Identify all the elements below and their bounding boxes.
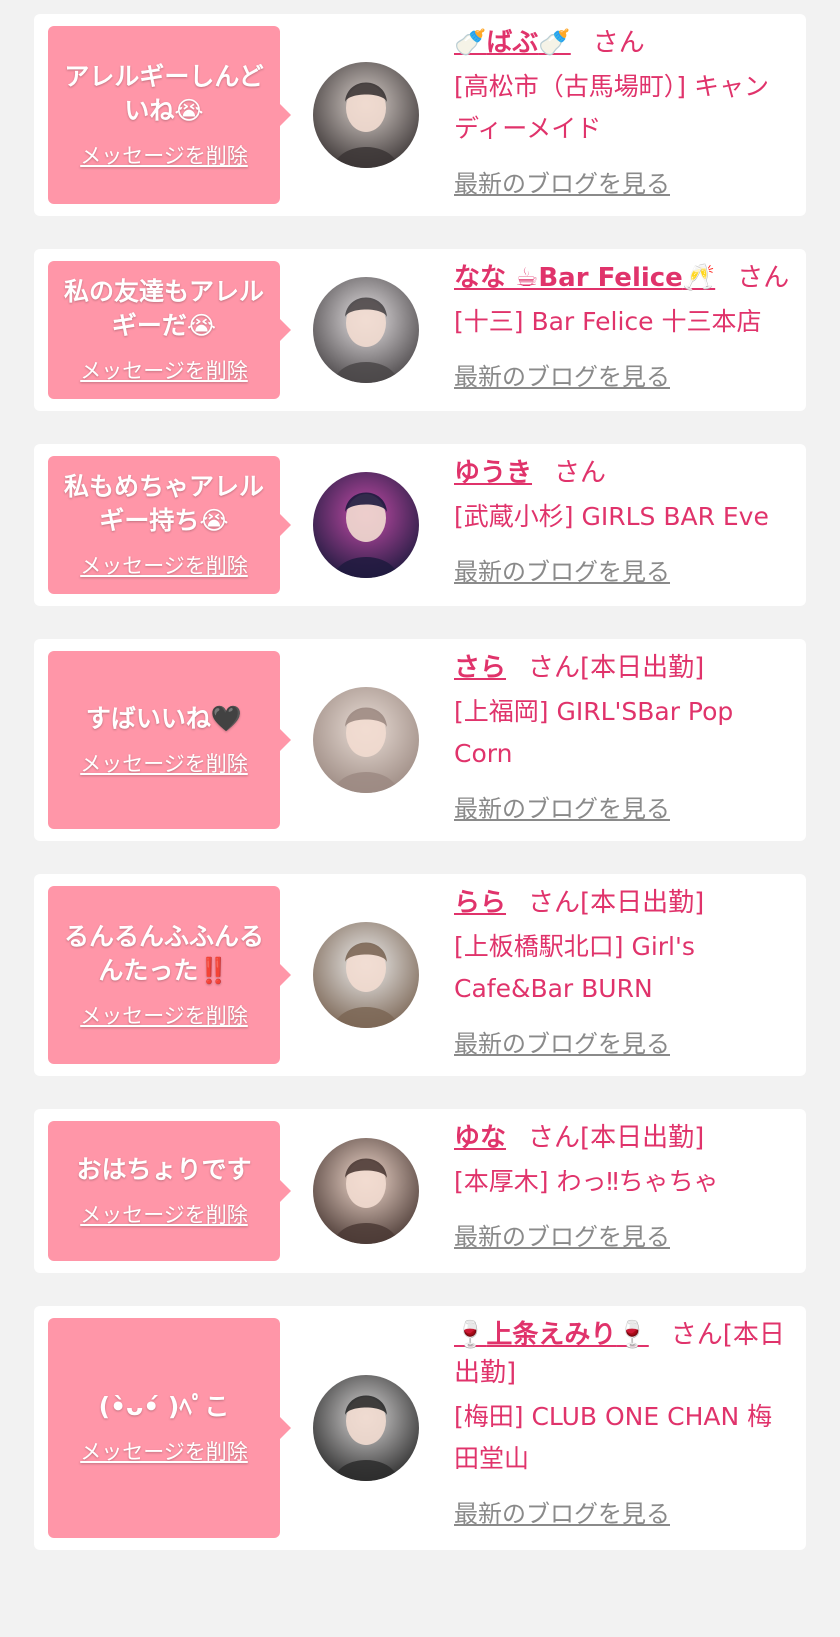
- delete-message-link[interactable]: メッセージを削除: [80, 1199, 248, 1229]
- cast-info: なな ☕Bar Felice🥂 さん [十三] Bar Felice 十三本店 最…: [454, 259, 790, 392]
- latest-blog-link[interactable]: 最新のブログを見る: [454, 164, 670, 199]
- latest-blog-link[interactable]: 最新のブログを見る: [454, 357, 670, 392]
- message-card: るんるんふふんるんたった‼️ メッセージを削除 らら さん[本日出勤] [上板橋…: [34, 874, 806, 1076]
- cast-name: ゆうき: [454, 458, 533, 488]
- avatar-photo-icon: [313, 687, 419, 793]
- cast-name-link[interactable]: ゆな: [454, 1123, 506, 1153]
- message-text: アレルギーしんどいね😭: [64, 62, 264, 125]
- cast-info: らら さん[本日出勤] [上板橋駅北口] Girl's Cafe&Bar BURN…: [454, 884, 790, 1059]
- message-bubble: アレルギーしんどいね😭 メッセージを削除: [48, 26, 291, 204]
- cast-name-link[interactable]: 🍼ばぶ🍼: [454, 28, 571, 58]
- avatar-photo-icon: [313, 277, 419, 383]
- shop-name: [高松市（古馬場町）] キャンディーメイド: [454, 72, 769, 143]
- latest-blog-link[interactable]: 最新のブログを見る: [454, 1024, 670, 1059]
- avatar[interactable]: [313, 687, 419, 793]
- avatar-photo-icon: [313, 472, 419, 578]
- avatar[interactable]: [313, 922, 419, 1028]
- cast-name-link[interactable]: らら: [454, 888, 506, 918]
- honorific-status: さん[本日出勤]: [528, 888, 705, 918]
- shop-name: [上福岡] GIRL'SBar Pop Corn: [454, 697, 734, 768]
- delete-message-link[interactable]: メッセージを削除: [80, 355, 248, 385]
- message-bubble: おはちょりです メッセージを削除: [48, 1121, 291, 1261]
- message-card: 私もめちゃアレルギー持ち😭 メッセージを削除 ゆうき さん [武蔵小杉] GIR…: [34, 444, 806, 606]
- message-bubble: るんるんふふんるんたった‼️ メッセージを削除: [48, 886, 291, 1064]
- name-suffix-emoji: 🍷: [616, 1320, 649, 1350]
- cast-name: 上条えみり: [486, 1320, 617, 1350]
- message-text: おはちょりです: [76, 1155, 252, 1184]
- honorific-status: さん: [554, 458, 607, 488]
- cast-name-link[interactable]: 🍷上条えみり🍷: [454, 1320, 649, 1350]
- shop-name: [上板橋駅北口] Girl's Cafe&Bar BURN: [454, 932, 695, 1003]
- shop-name: [武蔵小杉] GIRLS BAR Eve: [454, 502, 769, 531]
- message-bubble: すばいいね🖤 メッセージを削除: [48, 651, 291, 829]
- honorific-status: さん[本日出勤]: [528, 653, 705, 683]
- name-prefix-emoji: 🍼: [454, 28, 487, 58]
- avatar[interactable]: [313, 62, 419, 168]
- message-card: おはちょりです メッセージを削除 ゆな さん[本日出勤] [本厚木] わっ‼ちゃ…: [34, 1109, 806, 1273]
- cast-name-line: なな ☕Bar Felice🥂 さん: [454, 259, 790, 297]
- avatar-photo-icon: [313, 1138, 419, 1244]
- shop-name: [本厚木] わっ‼ちゃちゃ: [454, 1167, 719, 1196]
- cast-name-link[interactable]: ゆうき: [454, 458, 532, 488]
- name-suffix-emoji: 🍼: [538, 28, 571, 58]
- cast-info: さら さん[本日出勤] [上福岡] GIRL'SBar Pop Corn 最新のブ…: [454, 649, 790, 824]
- avatar-photo-icon: [313, 1375, 419, 1481]
- cast-name: らら: [454, 888, 507, 918]
- cast-name-line: さら さん[本日出勤]: [454, 649, 790, 687]
- cast-name: さら: [454, 653, 507, 683]
- cast-name-link[interactable]: なな ☕Bar Felice🥂: [454, 263, 715, 293]
- message-bubble: 私の友達もアレルギーだ😭 メッセージを削除: [48, 261, 291, 399]
- message-bubble: (•̀ᴗ•́ )ﾍﾟこ メッセージを削除: [48, 1318, 291, 1538]
- message-text: 私の友達もアレルギーだ😭: [63, 277, 264, 340]
- message-text: 私もめちゃアレルギー持ち😭: [63, 472, 264, 535]
- message-card: (•̀ᴗ•́ )ﾍﾟこ メッセージを削除 🍷上条えみり🍷 さん[本日出勤] [梅…: [34, 1306, 806, 1550]
- cast-info: 🍼ばぶ🍼 さん [高松市（古馬場町）] キャンディーメイド 最新のブログを見る: [454, 24, 790, 199]
- name-suffix-emoji: 🥂: [682, 263, 716, 293]
- cast-name-line: らら さん[本日出勤]: [454, 884, 790, 922]
- avatar[interactable]: [313, 277, 419, 383]
- delete-message-link[interactable]: メッセージを削除: [80, 140, 248, 170]
- latest-blog-link[interactable]: 最新のブログを見る: [454, 789, 670, 824]
- latest-blog-link[interactable]: 最新のブログを見る: [454, 1494, 670, 1529]
- message-text: (•̀ᴗ•́ )ﾍﾟこ: [98, 1392, 230, 1421]
- honorific-status: さん: [592, 28, 645, 58]
- message-card: すばいいね🖤 メッセージを削除 さら さん[本日出勤] [上福岡] GIRL'S…: [34, 639, 806, 841]
- message-card: アレルギーしんどいね😭 メッセージを削除 🍼ばぶ🍼 さん [高松市（古馬場町）]…: [34, 14, 806, 216]
- avatar-photo-icon: [313, 922, 419, 1028]
- message-card: 私の友達もアレルギーだ😭 メッセージを削除 なな ☕Bar Felice🥂 さん: [34, 249, 806, 411]
- name-prefix-emoji: 🍷: [454, 1320, 487, 1350]
- latest-blog-link[interactable]: 最新のブログを見る: [454, 552, 670, 587]
- avatar[interactable]: [313, 1375, 419, 1481]
- cast-name-line: 🍼ばぶ🍼 さん: [454, 24, 790, 62]
- delete-message-link[interactable]: メッセージを削除: [80, 748, 248, 778]
- shop-name: [梅田] CLUB ONE CHAN 梅田堂山: [454, 1402, 773, 1473]
- cast-name-line: ゆな さん[本日出勤]: [454, 1119, 790, 1157]
- message-list: アレルギーしんどいね😭 メッセージを削除 🍼ばぶ🍼 さん [高松市（古馬場町）]…: [0, 0, 840, 1637]
- cast-name: ゆな: [454, 1123, 507, 1153]
- shop-name: [十三] Bar Felice 十三本店: [454, 307, 762, 336]
- message-bubble: 私もめちゃアレルギー持ち😭 メッセージを削除: [48, 456, 291, 594]
- honorific-status: さん: [737, 263, 790, 293]
- avatar[interactable]: [313, 1138, 419, 1244]
- avatar[interactable]: [313, 472, 419, 578]
- cast-name-line: ゆうき さん: [454, 454, 790, 492]
- cast-info: ゆな さん[本日出勤] [本厚木] わっ‼ちゃちゃ 最新のブログを見る: [454, 1119, 790, 1252]
- avatar-photo-icon: [313, 62, 419, 168]
- cast-name-link[interactable]: さら: [454, 653, 506, 683]
- cast-info: ゆうき さん [武蔵小杉] GIRLS BAR Eve 最新のブログを見る: [454, 454, 790, 587]
- delete-message-link[interactable]: メッセージを削除: [80, 1436, 248, 1466]
- honorific-status: さん[本日出勤]: [528, 1123, 705, 1153]
- latest-blog-link[interactable]: 最新のブログを見る: [454, 1217, 670, 1252]
- delete-message-link[interactable]: メッセージを削除: [80, 550, 248, 580]
- cast-name-line: 🍷上条えみり🍷 さん[本日出勤]: [454, 1316, 790, 1392]
- message-text: すばいいね🖤: [85, 704, 243, 733]
- cast-info: 🍷上条えみり🍷 さん[本日出勤] [梅田] CLUB ONE CHAN 梅田堂山 …: [454, 1316, 790, 1529]
- cast-name: なな ☕Bar Felice: [454, 263, 683, 293]
- cast-name: ばぶ: [486, 28, 539, 58]
- message-text: るんるんふふんるんたった‼️: [63, 922, 264, 985]
- delete-message-link[interactable]: メッセージを削除: [80, 1000, 248, 1030]
